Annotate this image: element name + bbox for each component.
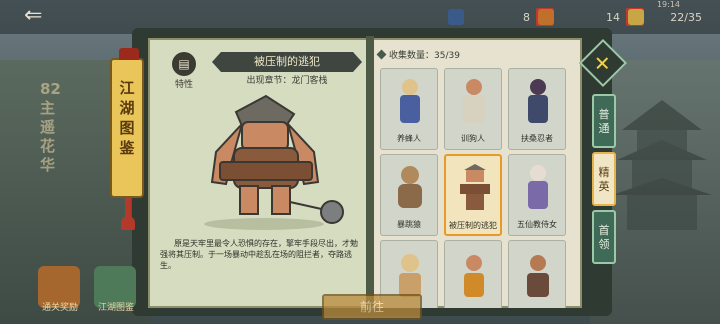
scroll-icon: ▤ <box>172 52 196 76</box>
resource-value: 8 <box>523 10 530 24</box>
appearance-chapter: 出现章节：龙门客栈 <box>246 76 328 86</box>
tab-label: 普通 <box>598 108 610 135</box>
character-thumbnail <box>460 164 490 210</box>
character-thumbnail <box>528 79 548 123</box>
background-side-text: 82主遥花华 <box>40 80 61 174</box>
character-card[interactable]: 扶桑忍者 <box>508 68 566 150</box>
character-card-selected[interactable]: 被压制的逃犯 <box>444 154 502 236</box>
character-grid: 养蜂人 训狗人 扶桑忍者 暴跳猿 被压制的逃犯 五仙教侍女 <box>376 64 572 308</box>
character-card[interactable]: 训狗人 <box>444 68 502 150</box>
character-portrait <box>204 94 344 230</box>
trait-label: 特性 <box>174 80 193 90</box>
tab-boss[interactable]: 首领 <box>592 210 616 264</box>
character-thumbnail <box>399 254 421 297</box>
character-card[interactable]: 暴跳猿 <box>380 154 438 236</box>
clear-reward-label: 通关奖励 <box>41 303 78 313</box>
resource-counter-3: 22/35 <box>628 8 702 26</box>
tassel-end <box>121 216 135 230</box>
tab-label: 精英 <box>598 166 610 193</box>
character-thumbnail <box>464 255 484 297</box>
character-card[interactable] <box>444 240 502 308</box>
diamond-icon <box>376 49 387 60</box>
character-card-name: 训狗人 <box>461 134 485 143</box>
tag-cap <box>119 48 139 60</box>
character-card[interactable] <box>508 240 566 308</box>
go-button[interactable]: 前往 <box>322 294 422 320</box>
character-thumbnail <box>528 165 548 209</box>
character-card-name: 扶桑忍者 <box>521 134 553 143</box>
character-card[interactable]: 五仙教侍女 <box>508 154 566 236</box>
character-thumbnail <box>398 166 422 208</box>
resource-value: 14 <box>606 10 620 24</box>
character-card-name: 五仙教侍女 <box>517 220 557 229</box>
character-card-name: 养蜂人 <box>397 134 421 143</box>
character-card-name: 被压制的逃犯 <box>449 221 497 230</box>
tab-elite[interactable]: 精英 <box>592 152 616 206</box>
character-thumbnail <box>463 79 485 123</box>
trait-button[interactable]: ▤ 特性 <box>172 52 196 90</box>
collection-count-label: 收集数量：35/39 <box>389 51 460 61</box>
codex-title: 江湖图鉴 <box>119 79 135 157</box>
pagoda-icon <box>612 100 712 230</box>
horse-icon <box>538 9 554 25</box>
character-card-name: 暴跳猿 <box>397 220 421 229</box>
tab-normal[interactable]: 普通 <box>592 94 616 148</box>
character-card[interactable]: 养蜂人 <box>380 68 438 150</box>
tab-label: 首领 <box>598 224 610 251</box>
character-thumbnail <box>527 255 549 297</box>
character-description: 原是天牢里最令人恐惧的存在，擎牢手段尽出，才勉强将其压制。于一场暴动中趁乱在场的… <box>160 239 358 270</box>
bird-icon <box>448 9 464 25</box>
character-thumbnail <box>400 79 420 123</box>
book-spine <box>366 36 374 310</box>
back-arrow-icon[interactable]: ⇐ <box>24 5 58 28</box>
coin-pouch-icon <box>628 9 644 25</box>
codex-title-tag: 江湖图鉴 <box>110 48 144 198</box>
close-icon: ✕ <box>593 51 611 76</box>
clock-text: 19:14 <box>656 0 680 9</box>
resource-value: 22/35 <box>670 10 702 24</box>
collection-count: 收集数量：35/39 <box>376 48 558 61</box>
codex-label: 江湖图鉴 <box>97 303 134 313</box>
character-name: 被压制的逃犯 <box>212 52 362 72</box>
